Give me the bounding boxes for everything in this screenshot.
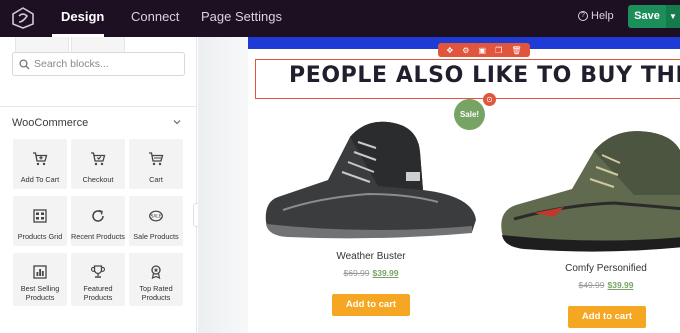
block-label: Checkout	[82, 175, 114, 184]
cart-checkout-icon	[91, 152, 106, 166]
section-toolbar: ✥ ⚙ ▣ ❐ 🗑	[438, 43, 530, 57]
cart-icon	[149, 152, 164, 166]
block-top-rated-products[interactable]: Top Rated Products	[129, 253, 183, 306]
block-label: Featured Products	[83, 284, 113, 302]
block-best-selling-products[interactable]: Best Selling Products	[13, 253, 67, 306]
block-add-to-cart[interactable]: Add To Cart	[13, 139, 67, 189]
tab-design[interactable]: Design	[61, 0, 104, 37]
sale-tag-icon: SALE	[149, 210, 163, 222]
award-icon	[151, 265, 161, 280]
trophy-icon	[91, 265, 105, 278]
blocks-sidebar: WooCommerce Add To Cart Checkout Cart	[0, 37, 197, 333]
chevron-down-icon[interactable]	[172, 117, 182, 127]
help-label: Help	[591, 10, 614, 22]
block-handle-icon[interactable]: ⊙	[483, 93, 496, 106]
heading-block[interactable]: PEOPLE ALSO LIKE TO BUY THESE..	[255, 59, 680, 99]
help-link[interactable]: ? Help	[578, 10, 614, 22]
old-price: $49.99	[578, 280, 605, 290]
seedprod-logo-icon[interactable]	[10, 6, 36, 30]
search-blocks-field[interactable]	[12, 52, 185, 76]
svg-text:SALE: SALE	[151, 214, 162, 220]
add-to-cart-button[interactable]: Add to cart	[332, 294, 410, 316]
page-heading[interactable]: PEOPLE ALSO LIKE TO BUY THESE..	[289, 63, 680, 88]
page-canvas: ✥ ⚙ ▣ ❐ 🗑 PEOPLE ALSO LIKE TO BUY THESE.…	[198, 37, 680, 333]
chart-icon	[33, 265, 47, 279]
product-price: $69.99 $39.99	[298, 268, 444, 278]
product-image-comfy-personified[interactable]	[494, 115, 680, 255]
grid-icon	[33, 209, 47, 223]
add-to-cart-button[interactable]: Add to cart	[568, 306, 646, 328]
product-price: $49.99 $39.99	[533, 280, 679, 290]
block-cart[interactable]: Cart	[129, 139, 183, 189]
save-block-icon[interactable]: ▣	[478, 46, 486, 55]
old-price: $69.99	[343, 268, 370, 278]
block-label: Add To Cart	[20, 175, 60, 184]
block-label: Top Rated Products	[139, 284, 173, 302]
settings-gear-icon[interactable]: ⚙	[462, 46, 469, 55]
delete-trash-icon[interactable]: 🗑	[511, 46, 521, 55]
block-sale-products[interactable]: SALE Sale Products	[129, 196, 183, 246]
block-label: Cart	[149, 175, 163, 184]
save-button[interactable]: Save	[628, 5, 666, 28]
product-name[interactable]: Comfy Personified	[533, 263, 679, 274]
move-icon[interactable]: ✥	[447, 46, 454, 55]
block-checkout[interactable]: Checkout	[71, 139, 125, 189]
refresh-icon	[92, 209, 104, 222]
search-icon	[19, 58, 30, 69]
product-image-weather-buster[interactable]	[258, 102, 478, 242]
woocommerce-section-title: WooCommerce	[12, 117, 89, 129]
sale-price: $39.99	[607, 280, 634, 290]
top-bar: Design Connect Page Settings ? Help Save…	[0, 0, 680, 37]
duplicate-icon[interactable]: ❐	[495, 46, 502, 55]
cart-plus-icon	[33, 152, 48, 166]
block-products-grid[interactable]: Products Grid	[13, 196, 67, 246]
block-label: Sale Products	[133, 232, 179, 241]
section-divider	[0, 106, 196, 107]
sale-price: $39.99	[372, 268, 399, 278]
canvas-background	[198, 37, 248, 333]
block-featured-products[interactable]: Featured Products	[71, 253, 125, 306]
question-circle-icon: ?	[578, 11, 588, 21]
block-label: Products Grid	[17, 232, 63, 241]
product-name[interactable]: Weather Buster	[298, 251, 444, 262]
tab-page-settings[interactable]: Page Settings	[201, 0, 282, 37]
tab-connect[interactable]: Connect	[131, 0, 179, 37]
search-input[interactable]	[34, 58, 174, 70]
block-recent-products[interactable]: Recent Products	[71, 196, 125, 246]
block-label: Best Selling Products	[20, 284, 60, 302]
block-label: Recent Products	[71, 232, 125, 241]
save-options-caret-icon[interactable]: ▼	[666, 5, 680, 28]
